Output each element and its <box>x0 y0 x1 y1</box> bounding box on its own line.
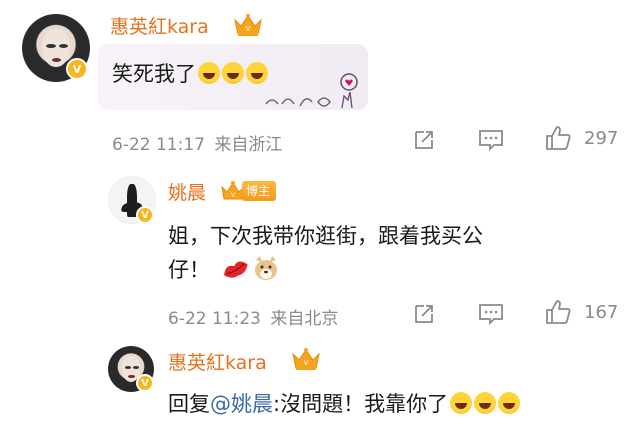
verified-badge-icon: V <box>136 206 154 224</box>
like-count: 167 <box>584 302 619 323</box>
doge-emoji-icon <box>252 254 280 282</box>
comment-date: 6-22 11:17 <box>112 135 205 155</box>
comment-text-body: 笑死我了 <box>112 62 196 86</box>
crown-icon: V <box>232 12 264 38</box>
laughing-emoji-icon <box>474 392 497 414</box>
comment-location: 来自北京 <box>270 309 339 329</box>
username[interactable]: 惠英紅kara <box>110 12 209 39</box>
like-count: 297 <box>584 128 619 149</box>
comment-text-body: 仔！ <box>168 258 210 282</box>
mention-link[interactable]: @姚晨 <box>210 392 273 416</box>
reply-body: :沒問題！我靠你了 <box>273 392 449 416</box>
comment-text: 姐，下次我带你逛街，跟着我买公 <box>168 224 483 248</box>
share-icon[interactable] <box>412 302 436 326</box>
verified-badge-icon: V <box>66 58 88 80</box>
laughing-emoji-icon <box>498 392 521 414</box>
comment-text-line2: 仔！ <box>168 254 210 284</box>
heart-hands-sticker-icon <box>262 72 366 112</box>
svg-text:V: V <box>246 25 251 33</box>
comment-icon[interactable] <box>478 128 504 152</box>
reply-text: 回复@姚晨:沒問題！我靠你了 <box>168 388 521 418</box>
verified-badge-icon: V <box>136 374 154 392</box>
comment-date: 6-22 11:23 <box>168 309 261 329</box>
laughing-emoji-icon <box>198 62 220 84</box>
username[interactable]: 姚晨 <box>168 178 206 205</box>
reply-prefix: 回复 <box>168 392 210 416</box>
like-icon[interactable] <box>544 298 572 326</box>
comment-meta: 6-22 11:23 来自北京 <box>168 304 338 329</box>
blogger-badge-label: 博主 <box>242 181 277 201</box>
kiss-lips-emoji-icon <box>220 254 250 282</box>
like-icon[interactable] <box>544 124 572 152</box>
laughing-emoji-icon <box>450 392 473 414</box>
blogger-badge: V 博主 <box>220 180 277 202</box>
svg-text:V: V <box>304 359 309 367</box>
username[interactable]: 惠英紅kara <box>168 348 267 375</box>
laughing-emoji-icon <box>222 62 244 84</box>
comment-location: 来自浙江 <box>214 135 283 155</box>
crown-icon: V <box>290 346 322 372</box>
comment-text: 笑死我了 <box>112 58 268 88</box>
share-icon[interactable] <box>412 128 436 152</box>
comment-meta: 6-22 11:17 来自浙江 <box>112 130 282 155</box>
comment-icon[interactable] <box>478 302 504 326</box>
